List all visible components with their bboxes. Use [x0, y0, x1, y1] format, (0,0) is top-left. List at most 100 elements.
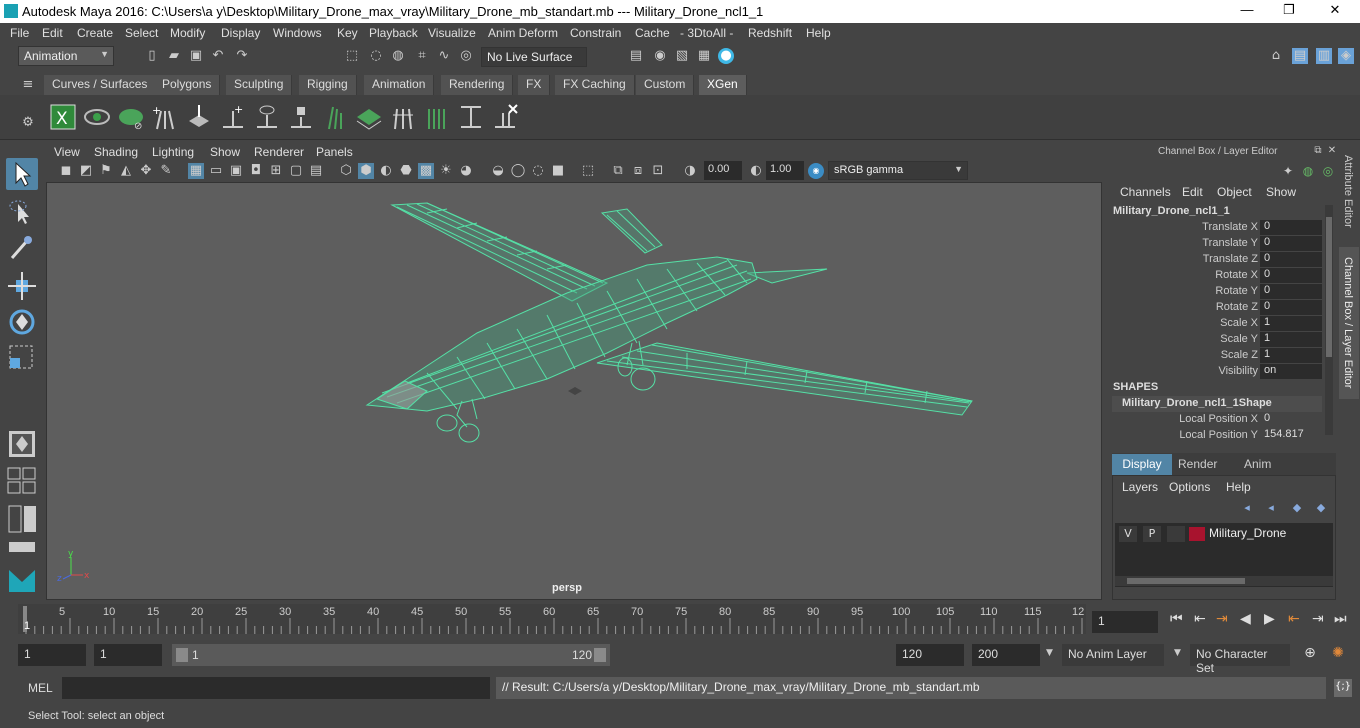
- wireframe-on-shaded-icon[interactable]: ⬣: [398, 163, 414, 179]
- panel-menu-lighting[interactable]: Lighting: [152, 145, 194, 159]
- cb-menu-show[interactable]: Show: [1266, 185, 1296, 199]
- grease-pencil-icon[interactable]: ✎: [158, 163, 174, 179]
- menu-create[interactable]: Create: [77, 26, 113, 40]
- hscroll-thumb[interactable]: [1127, 578, 1245, 584]
- attr-value-scale-x[interactable]: 1: [1260, 316, 1322, 331]
- time-slider[interactable]: 5 10 15 20 25 30 35 40 45 50 55 60 65 70…: [18, 604, 1086, 634]
- play-backwards-icon[interactable]: ◀: [1240, 611, 1251, 627]
- menu-edit[interactable]: Edit: [42, 26, 63, 40]
- tab-display[interactable]: Display: [1112, 454, 1172, 475]
- motion-blur-icon[interactable]: ◯: [510, 163, 526, 179]
- four-pane-layout-icon[interactable]: [6, 464, 38, 496]
- toggle-channel-box-icon[interactable]: ◈: [1338, 48, 1354, 64]
- smooth-shade-icon[interactable]: ⬢: [358, 163, 374, 179]
- render-settings-icon[interactable]: ▦: [696, 48, 712, 64]
- step-forward-frame-icon[interactable]: ⇥: [1312, 611, 1324, 627]
- attr-value-scale-z[interactable]: 1: [1260, 348, 1322, 363]
- layer-menu-help[interactable]: Help: [1226, 480, 1251, 494]
- maya-home-icon[interactable]: [6, 564, 38, 596]
- scene-start-field[interactable]: 1: [18, 644, 86, 666]
- menu-modify[interactable]: Modify: [170, 26, 205, 40]
- use-all-lights-icon[interactable]: ☀: [438, 163, 454, 179]
- panel-menu-show[interactable]: Show: [210, 145, 240, 159]
- menu-select[interactable]: Select: [125, 26, 158, 40]
- select-component-icon[interactable]: ◍: [390, 48, 406, 64]
- xgen-add-guides-icon[interactable]: +: [151, 103, 179, 131]
- play-forwards-icon[interactable]: ▶: [1264, 611, 1275, 627]
- step-back-key-icon[interactable]: ⇥: [1216, 611, 1228, 627]
- anti-aliasing-icon[interactable]: ◌: [530, 163, 546, 179]
- tab-attribute-editor[interactable]: Attribute Editor: [1342, 155, 1354, 228]
- xgen-window-icon[interactable]: X: [49, 103, 77, 131]
- film-gate-icon[interactable]: ▭: [208, 163, 224, 179]
- bookmark-icon[interactable]: ⚑: [98, 163, 114, 179]
- xray-joints-icon[interactable]: ⧈: [630, 163, 646, 179]
- xgen-lock-guides-icon[interactable]: [287, 103, 315, 131]
- tab-rigging[interactable]: Rigging: [299, 75, 357, 95]
- paint-select-tool-icon[interactable]: [6, 232, 38, 264]
- open-scene-icon[interactable]: ▰: [166, 48, 182, 64]
- layer-color-swatch[interactable]: [1189, 527, 1205, 541]
- attr-value-translate-x[interactable]: 0: [1260, 220, 1322, 235]
- anim-layer-chevron-icon[interactable]: ▼: [1046, 648, 1053, 658]
- shadows-icon[interactable]: ◕: [458, 163, 474, 179]
- gamma-field[interactable]: 1.00: [766, 161, 804, 180]
- rotate-tool-icon[interactable]: [6, 306, 38, 338]
- maximize-button[interactable]: ❐: [1274, 2, 1304, 20]
- safe-title-icon[interactable]: ▤: [308, 163, 324, 179]
- panel-menu-view[interactable]: View: [54, 145, 80, 159]
- menu-redshift[interactable]: Redshift: [748, 26, 792, 40]
- layer-visibility-toggle[interactable]: V: [1119, 526, 1137, 542]
- tab-curves-surfaces[interactable]: Curves / Surfaces: [44, 75, 157, 95]
- drone-wireframe-model[interactable]: y x z: [47, 183, 1103, 601]
- layer-playback-toggle[interactable]: P: [1143, 526, 1161, 542]
- render-view-icon[interactable]: ▤: [628, 48, 644, 64]
- minimize-button[interactable]: —: [1232, 2, 1262, 20]
- render-frame-icon[interactable]: ◉: [652, 48, 668, 64]
- tab-sculpting[interactable]: Sculpting: [226, 75, 293, 95]
- animation-prefs-icon[interactable]: ✺: [1328, 645, 1348, 665]
- select-tool-icon[interactable]: [6, 158, 38, 190]
- xgen-guide-layers-icon[interactable]: [355, 103, 383, 131]
- tab-custom[interactable]: Custom: [636, 75, 695, 95]
- xray-icon[interactable]: ⧉: [610, 163, 626, 179]
- go-to-end-icon[interactable]: ⏭: [1334, 611, 1347, 627]
- tab-anim[interactable]: Anim: [1244, 457, 1271, 471]
- live-surface-field[interactable]: No Live Surface: [481, 47, 587, 67]
- toggle-attribute-editor-icon[interactable]: ▤: [1292, 48, 1308, 64]
- perspective-viewport[interactable]: y x z: [46, 182, 1102, 600]
- exposure-icon[interactable]: ◑: [682, 163, 698, 179]
- move-layer-down-icon[interactable]: ◂: [1263, 500, 1279, 516]
- menu-anim-deform[interactable]: Anim Deform: [488, 26, 558, 40]
- command-input[interactable]: [62, 677, 490, 699]
- scene-end-field[interactable]: 200: [972, 644, 1040, 666]
- tab-polygons[interactable]: Polygons: [154, 75, 221, 95]
- tab-channel-box-layer-editor[interactable]: Channel Box / Layer Editor: [1342, 257, 1354, 388]
- menu-constrain[interactable]: Constrain: [570, 26, 621, 40]
- gate-mask-icon[interactable]: ◘: [248, 163, 264, 179]
- cb-menu-channels[interactable]: Channels: [1120, 185, 1171, 199]
- wireframe-icon[interactable]: ⬡: [338, 163, 354, 179]
- menu-set-dropdown[interactable]: Animation ▼: [18, 46, 114, 66]
- field-chart-icon[interactable]: ⊞: [268, 163, 284, 179]
- step-forward-key-icon[interactable]: ⇤: [1288, 611, 1300, 627]
- menu-file[interactable]: File: [10, 26, 29, 40]
- attr-value-visibility[interactable]: on: [1260, 364, 1322, 379]
- tab-fx-caching[interactable]: FX Caching: [555, 75, 635, 95]
- resolution-gate-icon[interactable]: ▣: [228, 163, 244, 179]
- auto-key-icon[interactable]: ⊕: [1300, 645, 1320, 665]
- xgen-guide-length-icon[interactable]: [321, 103, 349, 131]
- current-frame-field[interactable]: 1: [1092, 611, 1158, 633]
- safe-action-icon[interactable]: ▢: [288, 163, 304, 179]
- snap-grid-icon[interactable]: ⌗: [414, 48, 430, 64]
- redo-icon[interactable]: ↷: [234, 48, 250, 64]
- playback-start-field[interactable]: 1: [94, 644, 162, 666]
- attr-value-translate-z[interactable]: 0: [1260, 252, 1322, 267]
- xgen-delete-guides-icon[interactable]: [491, 103, 519, 131]
- xgen-rebuild-guides-icon[interactable]: [389, 103, 417, 131]
- xgen-groom-icon[interactable]: [423, 103, 451, 131]
- attr-value-rotate-y[interactable]: 0: [1260, 284, 1322, 299]
- isolate-select-icon[interactable]: ⬚: [580, 163, 596, 179]
- attr-value-local-position-y[interactable]: 154.817: [1260, 428, 1322, 443]
- gamma-icon[interactable]: ◐: [748, 163, 764, 179]
